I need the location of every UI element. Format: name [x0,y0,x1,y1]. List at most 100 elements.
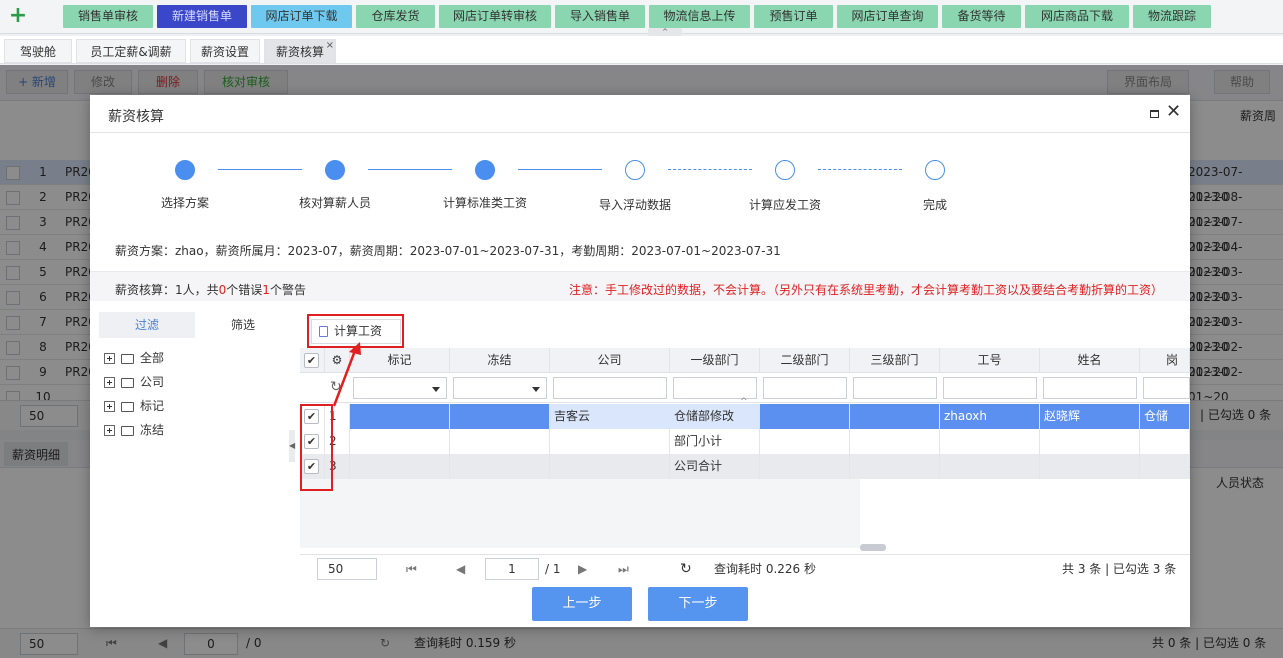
step-dot-6 [925,160,945,180]
grid-cell: zhaoxh [940,404,1040,429]
expand-icon[interactable] [104,425,115,436]
col-dept1[interactable]: 一级部门 [670,348,760,373]
folder-icon [121,377,134,388]
filter-emp-no[interactable] [943,377,1037,399]
close-tab-icon[interactable]: × [326,34,334,58]
next-step-button[interactable]: 下一步 [648,587,748,621]
grid-cell: 吉客云 [550,404,670,429]
tab-filter[interactable]: 过滤 [99,312,195,338]
last-page-icon[interactable]: ⏭ [618,555,629,583]
prev-step-button[interactable]: 上一步 [532,587,632,621]
close-icon[interactable]: ✕ [1166,101,1181,122]
filter-dept3[interactable] [853,377,937,399]
salary-grid: ✔ ⚙ 标记 冻结 公司 一级部门 二级部门 三级部门 工号 姓名 岗 ↻ ✔ 1… [300,348,1190,548]
tree-node-company[interactable]: 公司 [104,372,164,392]
page-size-select[interactable]: 50 [317,558,377,580]
grid-cell [1140,429,1190,454]
col-dept3[interactable]: 三级部门 [850,348,940,373]
table-row[interactable]: ✔ 2 部门小计 [300,429,1190,454]
tab-salary-setting-adjust[interactable]: 员工定薪&调薪 [76,39,186,63]
grid-cell [1040,429,1140,454]
grid-empty-area [300,479,860,548]
step-dot-5 [775,160,795,180]
tree-node-frozen[interactable]: 冻结 [104,420,164,440]
step-label-4: 导入浮动数据 [598,198,671,212]
table-row[interactable]: ✔ 3 公司合计 [300,454,1190,479]
col-name[interactable]: 姓名 [1040,348,1140,373]
dialog-header: 薪资核算 ✕ [90,95,1190,133]
filter-dept1[interactable] [673,377,757,399]
col-post[interactable]: 岗 [1140,348,1190,373]
menu-stock-wait[interactable]: 备货等待 [942,5,1021,28]
grid-cell [450,429,550,454]
annotation-arrow [332,342,361,407]
menu-logistics-upload[interactable]: 物流信息上传 [649,5,750,28]
filter-post[interactable] [1143,377,1190,399]
calc-warning-note: 注意：手工修改过的数据，不会计算。（另外只有在系统里考勤，才会计算考勤工资以及要… [568,283,1163,297]
expand-icon[interactable] [104,377,115,388]
menu-logistics-track[interactable]: 物流跟踪 [1133,5,1211,28]
grid-cell [850,404,940,429]
grid-header: ✔ ⚙ 标记 冻结 公司 一级部门 二级部门 三级部门 工号 姓名 岗 [300,348,1190,373]
expand-icon[interactable] [104,401,115,412]
menu-import-sales[interactable]: 导入销售单 [555,5,645,28]
menu-online-query[interactable]: 网店订单查询 [837,5,938,28]
step-dot-4 [625,160,645,180]
top-menu-bar: + 销售单审核 新建销售单 网店订单下载 仓库发货 网店订单转审核 导入销售单 … [0,0,1283,34]
first-page-icon[interactable]: ⏮ [406,555,417,583]
collapse-menu-icon[interactable]: ^ [648,28,682,36]
tab-bar: 驾驶舱 员工定薪&调薪 薪资设置 薪资核算 × [0,36,1283,64]
menu-new-sales[interactable]: 新建销售单 [157,5,247,28]
page-input[interactable]: 1 [485,558,539,580]
maximize-icon[interactable] [1150,110,1159,118]
query-time: 查询耗时 0.226 秒 [714,562,816,576]
grid-cell: 部门小计 [670,429,760,454]
folder-icon [121,425,134,436]
tree-node-mark[interactable]: 标记 [104,396,164,416]
tab-select[interactable]: 筛选 [195,312,291,338]
add-menu-icon[interactable]: + [6,4,30,28]
next-page-icon[interactable]: ▶ [578,555,587,583]
menu-online-download[interactable]: 网店订单下载 [251,5,352,28]
col-company[interactable]: 公司 [550,348,670,373]
menu-online-to-audit[interactable]: 网店订单转审核 [439,5,551,28]
grid-cell [450,454,550,479]
tab-cockpit[interactable]: 驾驶舱 [4,39,72,63]
col-dept2[interactable]: 二级部门 [760,348,850,373]
grid-cell: 仓储部修改 [670,404,760,429]
col-frozen[interactable]: 冻结 [450,348,550,373]
grid-cell: 仓储 [1140,404,1190,429]
col-emp-no[interactable]: 工号 [940,348,1040,373]
refresh-icon[interactable]: ↻ [680,555,692,583]
select-all-checkbox[interactable]: ✔ [304,353,319,368]
menu-goods-download[interactable]: 网店商品下载 [1025,5,1129,28]
select-all-cell[interactable]: ✔ [300,348,325,373]
menu-warehouse-ship[interactable]: 仓库发货 [356,5,435,28]
grid-cell [1040,454,1140,479]
filter-dept2[interactable] [763,377,847,399]
table-row[interactable]: ✔ 1 吉客云 仓储部修改 zhaoxh 赵晓辉 仓储 [300,404,1190,429]
menu-presale[interactable]: 预售订单 [754,5,833,28]
grid-cell [760,429,850,454]
grid-cell [550,454,670,479]
grid-cell [350,454,450,479]
filter-mark[interactable] [353,377,447,399]
calc-summary: 薪资核算：1人，共0个错误1个警告 [115,281,306,298]
expand-icon[interactable] [104,353,115,364]
step-line-5 [818,169,902,170]
tree-node-all[interactable]: 全部 [104,348,164,368]
filter-company[interactable] [553,377,667,399]
tab-salary-calc[interactable]: 薪资核算 × [264,39,336,63]
tab-salary-calc-label: 薪资核算 [275,45,324,59]
step-line-4 [668,169,752,170]
horizontal-scrollbar[interactable] [860,544,886,551]
grid-cell [760,404,850,429]
prev-page-icon[interactable]: ◀ [456,555,465,583]
step-label-6: 完成 [922,198,947,212]
panel-collapse-handle[interactable]: ◀ [289,430,295,462]
tab-salary-settings[interactable]: 薪资设置 [190,39,260,63]
grid-cell [940,454,1040,479]
filter-name[interactable] [1043,377,1137,399]
filter-frozen[interactable] [453,377,547,399]
menu-sales-audit[interactable]: 销售单审核 [63,5,153,28]
